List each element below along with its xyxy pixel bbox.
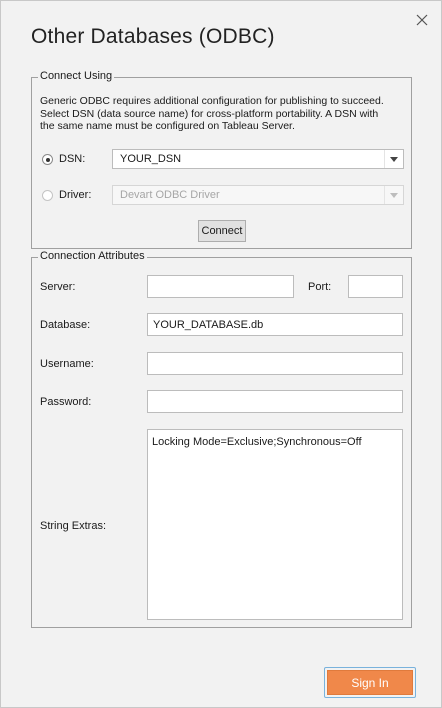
dsn-label: DSN: [59,153,86,165]
close-button[interactable] [411,9,433,31]
username-label: Username: [40,358,94,370]
driver-select[interactable]: Devart ODBC Driver [112,185,404,205]
database-label: Database: [40,319,91,331]
connect-using-legend: Connect Using [38,70,115,82]
connect-using-group: Connect Using Generic ODBC requires addi… [31,70,412,249]
password-input[interactable] [147,390,403,413]
sign-in-button[interactable]: Sign In [324,667,416,698]
driver-label: Driver: [59,189,92,201]
port-input[interactable] [348,275,403,298]
chevron-down-icon [384,186,403,204]
connect-button[interactable]: Connect [198,220,246,242]
sign-in-label: Sign In [327,670,413,695]
username-input[interactable] [147,352,403,375]
database-input[interactable]: YOUR_DATABASE.db [147,313,403,336]
connect-using-description: Generic ODBC requires additional configu… [40,95,384,132]
server-input[interactable] [147,275,294,298]
string-extras-value: Locking Mode=Exclusive;Synchronous=Off [152,436,362,448]
connection-attributes-group: Connection Attributes Server: Port: Data… [31,250,412,628]
password-label: Password: [40,396,92,408]
server-label: Server: [40,281,76,293]
driver-select-value: Devart ODBC Driver [120,189,220,201]
dsn-select[interactable]: YOUR_DSN [112,149,404,169]
port-label: Port: [308,281,332,293]
chevron-down-icon [384,150,403,168]
odbc-dialog: Other Databases (ODBC) Connect Using Gen… [0,0,442,708]
driver-radio[interactable] [42,190,53,201]
close-icon [416,14,428,26]
connection-attributes-legend: Connection Attributes [38,250,147,262]
dialog-title: Other Databases (ODBC) [31,25,275,48]
dsn-radio[interactable] [42,154,53,165]
string-extras-label: String Extras: [40,520,107,532]
database-input-value: YOUR_DATABASE.db [153,319,264,331]
string-extras-textarea[interactable]: Locking Mode=Exclusive;Synchronous=Off [147,429,403,620]
dsn-select-value: YOUR_DSN [120,153,182,165]
